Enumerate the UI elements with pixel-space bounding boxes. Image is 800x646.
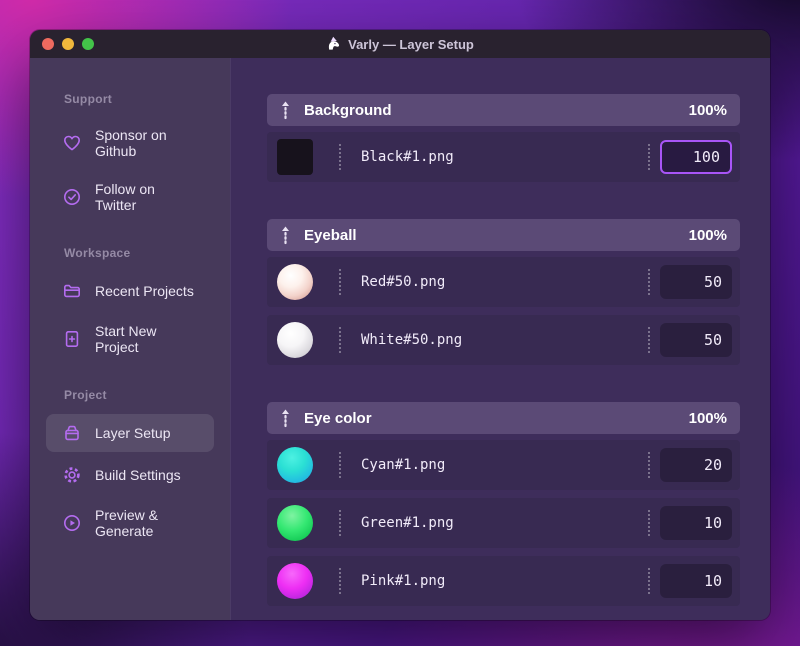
layer-thumbnail-red	[277, 264, 313, 300]
layer-filename: Pink#1.png	[361, 573, 446, 589]
layer-thumbnail-white	[277, 322, 313, 358]
sidebar-item-label: Sponsor on Github	[95, 127, 167, 159]
row-divider	[339, 327, 341, 353]
layer-group-background: Background 100% Black#1.png	[267, 94, 740, 182]
folder-icon	[64, 284, 80, 298]
sidebar-item-label: Layer Setup	[95, 425, 171, 441]
sidebar-item-label: Preview & Generate	[95, 507, 159, 539]
layer-row: Cyan#1.png	[267, 440, 740, 490]
file-plus-icon	[65, 330, 79, 347]
row-divider	[339, 510, 341, 536]
row-divider	[648, 327, 650, 353]
layer-group-name: Eye color	[304, 409, 372, 427]
sidebar-item-label: Follow on Twitter	[95, 181, 155, 213]
sidebar-item-layer-setup[interactable]: Layer Setup	[46, 414, 214, 452]
layer-row: Red#50.png	[267, 257, 740, 307]
sidebar-item-label: Recent Projects	[95, 283, 194, 299]
row-divider	[648, 510, 650, 536]
sidebar-item-recent-projects[interactable]: Recent Projects	[46, 272, 214, 310]
layer-group-eye-color: Eye color 100% Cyan#1.png Green#1.png	[267, 402, 740, 606]
layer-thumbnail-pink	[277, 563, 313, 599]
app-window: Varly — Layer Setup Support Sponsor on G…	[30, 30, 770, 620]
layer-group-eyeball: Eyeball 100% Red#50.png White#50.png	[267, 219, 740, 365]
layer-filename: Red#50.png	[361, 274, 446, 290]
badge-check-icon	[64, 189, 80, 205]
sidebar-item-preview-generate[interactable]: Preview & Generate	[46, 498, 214, 548]
layer-group-weight: 100%	[688, 409, 727, 427]
sidebar-item-sponsor-on-github[interactable]: Sponsor on Github	[46, 118, 214, 168]
layer-group-header[interactable]: Background 100%	[267, 94, 740, 126]
row-divider	[339, 144, 341, 170]
layer-group-weight: 100%	[688, 101, 727, 119]
layer-thumbnail-black	[277, 139, 313, 175]
archive-box-icon	[65, 425, 79, 441]
row-divider	[648, 452, 650, 478]
layer-row: Green#1.png	[267, 498, 740, 548]
layer-setup-panel: Background 100% Black#1.png 100 Eyeball …	[230, 58, 770, 620]
layer-weight-input[interactable]	[660, 564, 732, 598]
layer-group-name: Background	[304, 101, 392, 119]
play-circle-icon	[64, 515, 80, 531]
window-title: Varly — Layer Setup	[326, 36, 474, 52]
sidebar-section-project: Project Layer Setup Build Settings Previ…	[46, 388, 214, 548]
row-divider	[339, 568, 341, 594]
sidebar-item-build-settings[interactable]: Build Settings	[46, 456, 214, 494]
section-label-workspace: Workspace	[64, 246, 131, 260]
minimize-button[interactable]	[62, 38, 74, 50]
traffic-lights	[42, 30, 94, 58]
layer-filename: White#50.png	[361, 332, 463, 348]
section-label-project: Project	[64, 388, 107, 402]
sidebar-item-label: Start New Project	[95, 323, 157, 355]
sidebar: Support Sponsor on Github Follow on Twit…	[30, 58, 230, 620]
section-label-support: Support	[64, 92, 113, 106]
zoom-button[interactable]	[82, 38, 94, 50]
drag-handle-icon[interactable]	[280, 408, 291, 428]
drag-handle-icon[interactable]	[280, 225, 291, 245]
close-button[interactable]	[42, 38, 54, 50]
row-divider	[339, 269, 341, 295]
window-title-text: Varly — Layer Setup	[348, 36, 474, 52]
drag-handle-icon[interactable]	[280, 100, 291, 120]
row-divider	[648, 144, 650, 170]
layer-filename: Green#1.png	[361, 515, 454, 531]
layer-filename: Black#1.png	[361, 149, 454, 165]
unicorn-icon	[329, 36, 340, 50]
layer-row: Black#1.png	[267, 132, 740, 182]
layer-group-header[interactable]: Eye color 100%	[267, 402, 740, 434]
layer-weight-input[interactable]	[660, 140, 732, 174]
sidebar-item-follow-on-twitter[interactable]: Follow on Twitter	[46, 172, 214, 222]
layer-weight-input[interactable]	[660, 323, 732, 357]
layer-group-header[interactable]: Eyeball 100%	[267, 219, 740, 251]
row-divider	[339, 452, 341, 478]
layer-weight-input[interactable]	[660, 265, 732, 299]
layer-thumbnail-green	[277, 505, 313, 541]
layer-row: White#50.png	[267, 315, 740, 365]
row-divider	[648, 269, 650, 295]
layer-group-name: Eyeball	[304, 226, 357, 244]
layer-filename: Cyan#1.png	[361, 457, 446, 473]
layer-row: Pink#1.png	[267, 556, 740, 606]
sidebar-item-start-new-project[interactable]: Start New Project	[46, 314, 214, 364]
sidebar-section-support: Support Sponsor on Github Follow on Twit…	[46, 92, 214, 222]
layer-weight-input[interactable]	[660, 506, 732, 540]
gear-icon	[64, 467, 80, 483]
row-divider	[648, 568, 650, 594]
layer-thumbnail-cyan	[277, 447, 313, 483]
heart-icon	[64, 135, 80, 151]
layer-weight-input[interactable]	[660, 448, 732, 482]
sidebar-section-workspace: Workspace Recent Projects Start New Proj…	[46, 246, 214, 364]
layer-group-weight: 100%	[688, 226, 727, 244]
sidebar-item-label: Build Settings	[95, 467, 181, 483]
title-bar: Varly — Layer Setup	[30, 30, 770, 58]
